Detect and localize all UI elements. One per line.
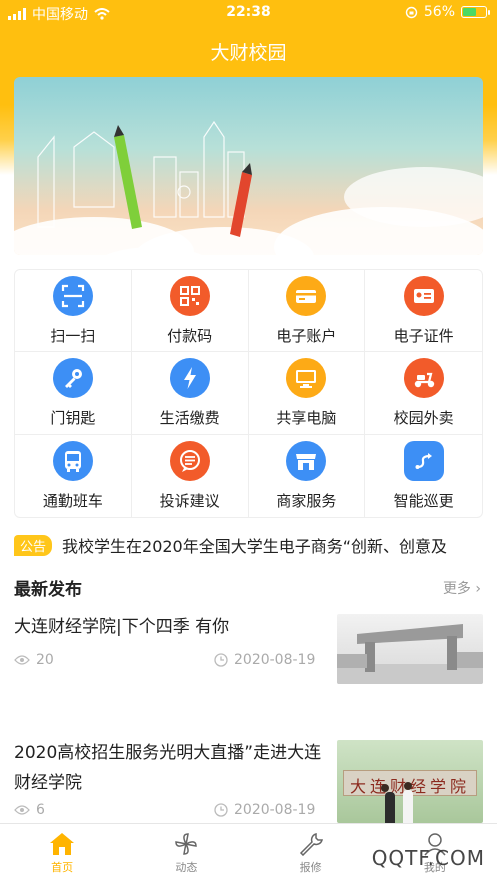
eye-icon	[14, 805, 30, 815]
article-item[interactable]: 大连财经学院|下个四季 有你 20 2020-08-19	[14, 612, 483, 702]
service-item[interactable]: 门钥匙	[15, 352, 132, 435]
service-item[interactable]: 商家服务	[249, 434, 366, 517]
service-item[interactable]: 扫一扫	[15, 270, 132, 353]
service-label: 生活缴费	[159, 408, 220, 427]
watermark: QQTF.COM	[371, 846, 485, 870]
article-title[interactable]: 大连财经学院|下个四季 有你	[14, 612, 324, 642]
message-icon	[169, 440, 210, 481]
battery-icon	[461, 6, 490, 18]
pinwheel-icon	[175, 833, 198, 855]
chevron-right-icon: ›	[475, 581, 481, 597]
notice-tag: 公告	[14, 534, 53, 556]
service-label: 共享电脑	[276, 408, 337, 427]
clock-icon	[214, 653, 228, 667]
qrcode-icon	[169, 275, 210, 316]
wrench-icon	[299, 833, 323, 856]
id-card-icon	[403, 275, 444, 316]
service-item[interactable]: 生活缴费	[131, 352, 249, 435]
service-label: 商家服务	[276, 491, 337, 510]
service-item[interactable]: 电子证件	[365, 270, 482, 353]
service-label: 智能巡更	[393, 491, 454, 510]
banner-illustration	[37, 120, 252, 237]
article-views: 6	[14, 802, 45, 818]
service-item[interactable]: 通勤班车	[15, 434, 132, 517]
status-bar: 中国移动 22:38 56%	[0, 0, 497, 26]
date-text: 2020-08-19	[234, 652, 316, 668]
tab-moments[interactable]: 动态	[124, 824, 248, 883]
notice-bar[interactable]: 公告 我校学生在2020年全国大学生电子商务“创新、创意及	[14, 531, 483, 559]
service-label: 投诉建议	[159, 491, 220, 510]
service-item[interactable]: 共享电脑	[248, 352, 366, 435]
service-item[interactable]: 校园外卖	[365, 352, 482, 435]
bus-icon	[52, 440, 93, 481]
orientation-lock-icon	[405, 6, 418, 18]
home-icon	[50, 833, 75, 855]
more-label: 更多	[442, 581, 471, 597]
service-item[interactable]: 智能巡更	[365, 435, 482, 517]
card-icon	[286, 275, 327, 316]
service-label: 电子证件	[393, 326, 454, 345]
service-label: 通勤班车	[42, 491, 103, 510]
tab-label: 报修	[299, 861, 322, 874]
battery-percent: 56%	[423, 4, 455, 20]
article-views: 20	[14, 652, 54, 668]
banner-image[interactable]	[14, 77, 483, 255]
article-thumbnail[interactable]: 大连财经学院	[337, 740, 483, 823]
eye-icon	[14, 655, 30, 665]
service-item[interactable]: 付款码	[131, 270, 249, 353]
gate-image	[337, 624, 483, 684]
notice-text[interactable]: 我校学生在2020年全国大学生电子商务“创新、创意及	[62, 533, 472, 557]
service-label: 电子账户	[276, 326, 337, 345]
service-label: 门钥匙	[50, 408, 96, 427]
service-item[interactable]: 投诉建议	[132, 434, 249, 517]
views-count: 6	[36, 802, 45, 818]
article-date: 2020-08-19	[214, 802, 315, 818]
service-item[interactable]: 电子账户	[248, 270, 366, 353]
page-title: 大财校园	[210, 42, 287, 64]
scooter-icon	[403, 357, 444, 398]
service-label: 校园外卖	[393, 408, 454, 427]
article-date: 2020-08-19	[214, 652, 315, 668]
scan-icon	[52, 275, 93, 316]
tab-label: 首页	[51, 861, 74, 874]
date-text: 2020-08-19	[234, 802, 316, 818]
service-label: 付款码	[167, 326, 213, 345]
shop-icon	[286, 440, 327, 481]
more-link[interactable]: 更多 ›	[443, 578, 481, 598]
clock-icon	[214, 803, 228, 817]
tab-home[interactable]: 首页	[0, 824, 124, 883]
article-title[interactable]: 2020高校招生服务光明大直播”走进大连财经学院	[14, 738, 324, 798]
monitor-icon	[286, 357, 327, 398]
service-grid: 扫一扫 付款码 电子账户 电子证件门钥匙 生活缴费 共享电脑 校园外卖通勤班车 投诉建议 商家服…	[14, 269, 483, 518]
article-thumbnail[interactable]	[337, 614, 483, 684]
tab-label: 动态	[175, 861, 198, 874]
service-label: 扫一扫	[50, 326, 96, 345]
tab-repair[interactable]: 报修	[249, 824, 373, 883]
route-icon	[403, 440, 444, 481]
key-icon	[52, 357, 93, 398]
article-item[interactable]: 2020高校招生服务光明大直播”走进大连财经学院 6 2020-08-19 大连…	[14, 738, 483, 823]
section-title: 最新发布	[14, 580, 82, 600]
lightning-icon	[169, 357, 210, 398]
views-count: 20	[36, 652, 54, 668]
